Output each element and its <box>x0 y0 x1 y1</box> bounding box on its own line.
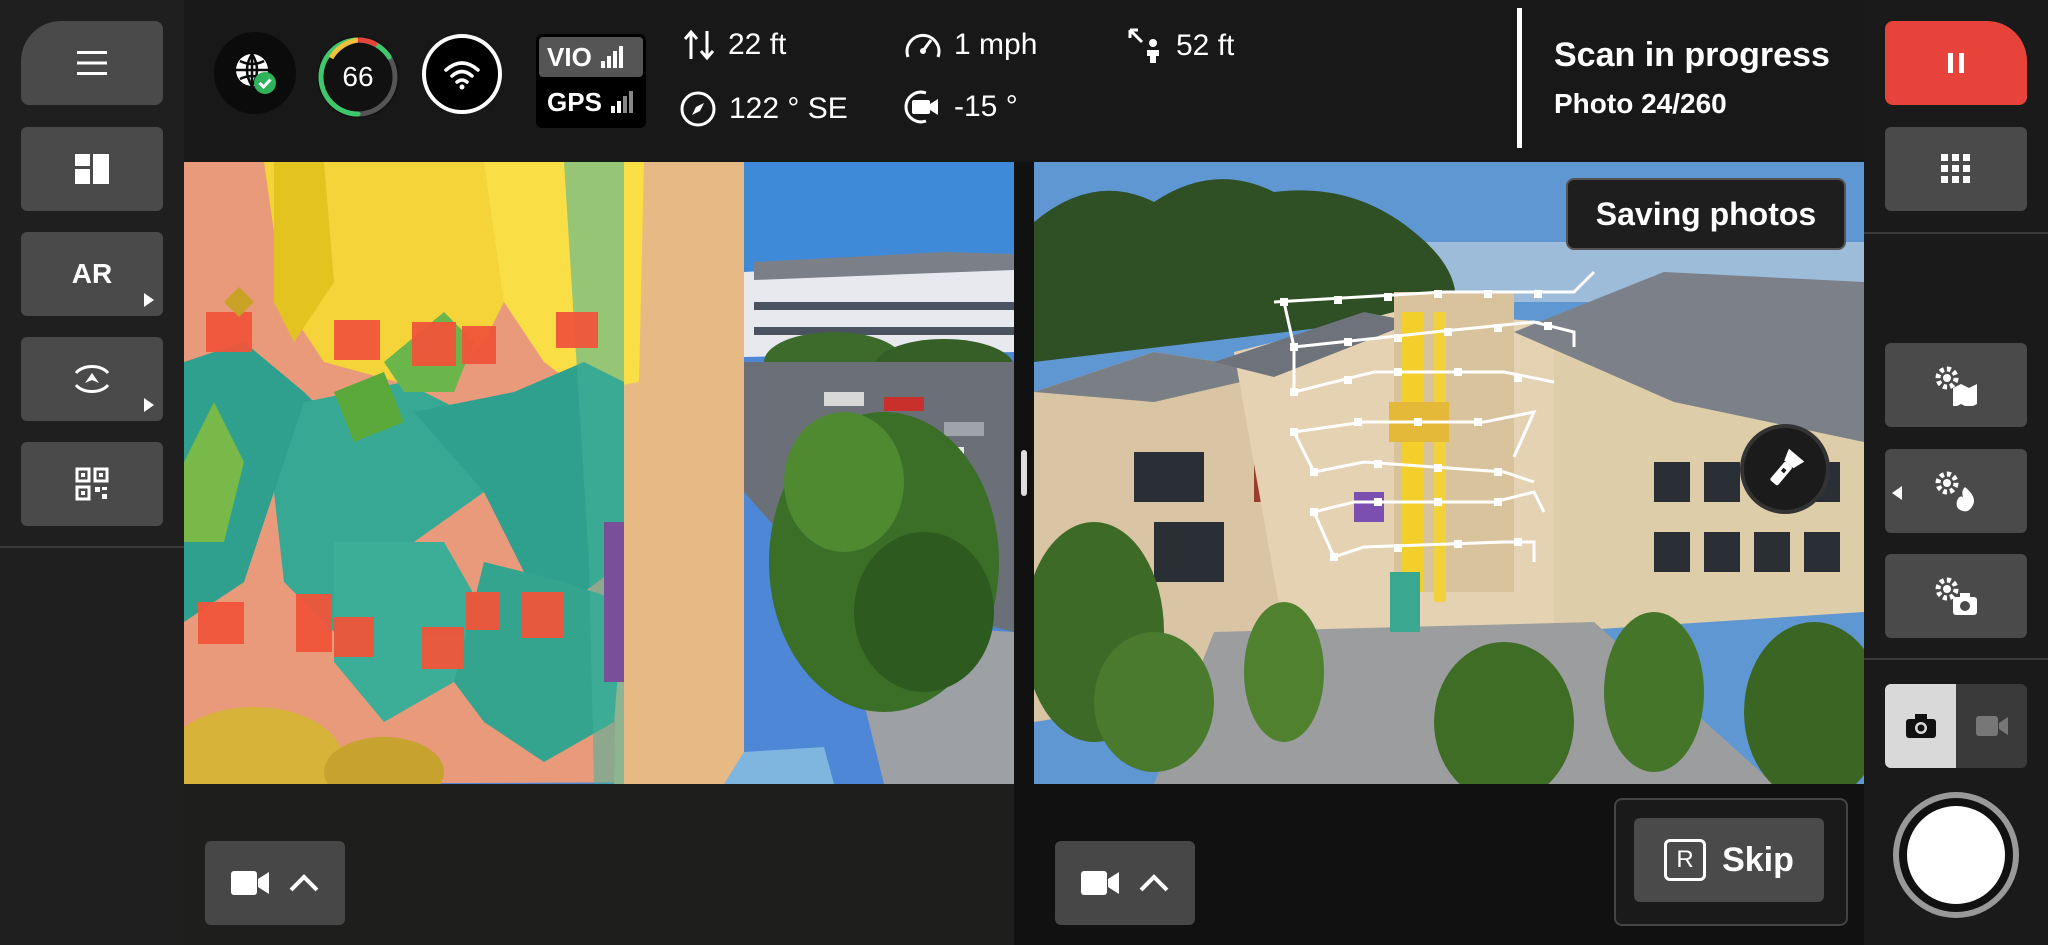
orbit-icon <box>74 365 110 393</box>
skip-panel: R Skip <box>1614 798 1848 926</box>
thermal-settings-button[interactable] <box>1885 449 2027 533</box>
layout-icon <box>75 154 109 184</box>
menu-icon <box>77 51 107 75</box>
pause-scan-button[interactable] <box>1885 21 2027 105</box>
vio-label: VIO <box>547 41 592 72</box>
video-icon <box>1975 716 2008 736</box>
photo-progress: Photo 24/260 <box>1554 88 1727 119</box>
gimbal-readout: -15 ° <box>904 90 1018 124</box>
speed-readout: 1 mph <box>904 28 1037 62</box>
distance-value: 52 ft <box>1176 29 1235 62</box>
compass-icon <box>680 91 716 127</box>
wifi-icon <box>444 61 480 90</box>
camera-settings-button[interactable] <box>1885 554 2027 638</box>
ar-button[interactable]: AR <box>21 232 163 316</box>
altitude-arrows-icon <box>683 29 715 61</box>
speed-value: 1 mph <box>954 28 1038 61</box>
ar-label: AR <box>71 258 113 289</box>
video-camera-icon <box>231 871 269 895</box>
vio-status: VIO <box>539 37 643 77</box>
status-bar: 66 VIO GPS 22 ft 1 mph 52 ft 122 ° SE -1… <box>184 0 1864 162</box>
expand-indicator-icon <box>144 293 154 307</box>
capture-mode-toggle <box>1885 684 2027 768</box>
camera-settings-icon <box>1935 577 1977 615</box>
shutter-icon <box>1907 806 2005 904</box>
live-camera-view[interactable]: Saving photos <box>1034 162 1864 784</box>
chevron-up-icon <box>1139 874 1169 892</box>
positioning-status[interactable]: VIO GPS <box>536 34 646 128</box>
sidebar-divider <box>1864 658 2048 660</box>
coverage-3d-view[interactable] <box>184 162 1014 784</box>
menu-button[interactable] <box>21 21 163 105</box>
distance-readout: 52 ft <box>1128 28 1234 64</box>
flashlight-button[interactable] <box>1740 424 1830 514</box>
shutter-button[interactable] <box>1893 792 2019 918</box>
scan-status-divider <box>1517 8 1522 148</box>
globe-check-icon <box>236 53 276 94</box>
skip-button[interactable]: R Skip <box>1634 818 1824 902</box>
shutter-ring <box>1899 798 2013 912</box>
sidebar-divider <box>0 546 184 548</box>
coverage-scene <box>184 162 1014 784</box>
camera-icon <box>1905 714 1936 738</box>
signal-bars-icon <box>600 46 623 68</box>
grid-menu-button[interactable] <box>1885 127 2027 211</box>
expand-indicator-icon <box>1892 486 1902 500</box>
video-mode-button[interactable] <box>1956 684 2027 768</box>
right-sidebar <box>1864 0 2048 945</box>
qr-code-button[interactable] <box>21 442 163 526</box>
chevron-up-icon <box>289 874 319 892</box>
video-camera-icon <box>1081 871 1119 895</box>
gps-status: GPS <box>539 82 643 122</box>
right-camera-source-button[interactable] <box>1055 841 1195 925</box>
network-status-badge[interactable] <box>214 32 296 114</box>
expand-indicator-icon <box>144 398 154 412</box>
saving-photos-label: Saving photos <box>1566 178 1846 250</box>
altitude-value: 22 ft <box>728 28 787 61</box>
wifi-status-badge[interactable] <box>422 34 502 114</box>
heading-value: 122 ° SE <box>729 92 848 125</box>
left-sidebar: AR <box>0 0 184 945</box>
skip-label: Skip <box>1722 840 1794 879</box>
left-camera-source-button[interactable] <box>205 841 345 925</box>
scan-status-title: Scan in progress <box>1554 36 1830 74</box>
split-view-handle[interactable] <box>1021 450 1027 496</box>
skip-shortcut-key: R <box>1664 839 1707 881</box>
gps-label: GPS <box>547 86 602 117</box>
signal-bars-icon <box>610 91 633 113</box>
map-settings-button[interactable] <box>1885 343 2027 427</box>
battery-percent: 66 <box>342 61 374 92</box>
left-view-footer <box>184 784 1014 945</box>
map-settings-icon <box>1935 366 1977 406</box>
heading-readout: 122 ° SE <box>679 90 848 128</box>
photo-mode-button[interactable] <box>1885 684 1956 768</box>
flashlight-icon <box>1770 448 1805 486</box>
altitude-readout: 22 ft <box>682 28 786 62</box>
pause-icon <box>1948 53 1964 73</box>
orbit-button[interactable] <box>21 337 163 421</box>
sidebar-divider <box>1864 232 2048 234</box>
speedometer-icon <box>905 34 941 58</box>
battery-indicator[interactable]: 66 <box>317 36 399 118</box>
grid-icon <box>1941 154 1970 183</box>
flame-settings-icon <box>1935 471 1974 512</box>
layout-button[interactable] <box>21 127 163 211</box>
distance-from-pilot-icon <box>1128 28 1159 63</box>
gimbal-camera-icon <box>904 90 938 124</box>
right-view-footer: R Skip <box>1014 784 1864 945</box>
gimbal-pitch-value: -15 ° <box>954 90 1018 123</box>
qr-code-icon <box>75 467 109 501</box>
